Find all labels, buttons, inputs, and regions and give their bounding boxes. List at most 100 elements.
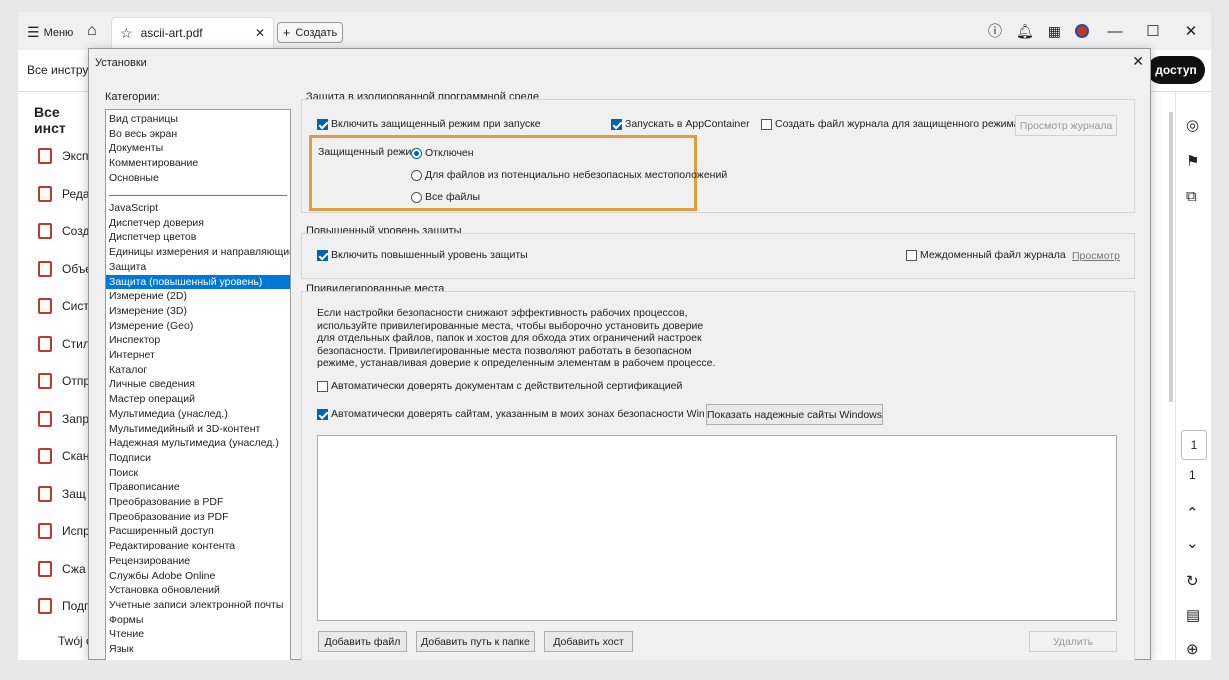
category-item[interactable]: Документы [106, 141, 290, 156]
category-item[interactable]: Измерение (3D) [106, 304, 290, 319]
category-item[interactable]: Интернет [106, 348, 290, 363]
page-number-input[interactable]: 1 [1181, 430, 1207, 460]
add-file-button[interactable]: Добавить файл [318, 631, 407, 652]
tool-item[interactable]: Реда [38, 185, 90, 202]
add-folder-label: Добавить путь к папке [421, 635, 530, 648]
trust-certified-label: Автоматически доверять документам с дейс… [331, 380, 683, 392]
category-item[interactable]: JavaScript [106, 201, 290, 216]
tool-item[interactable]: Испр [38, 523, 90, 539]
tool-item[interactable]: Объе [38, 260, 92, 277]
category-item[interactable]: Подписи [106, 451, 290, 466]
protected-mode-all-radio[interactable]: Все файлы [411, 191, 480, 203]
run-appcontainer-checkbox[interactable]: Запускать в AppContainer [611, 118, 750, 130]
create-log-checkbox[interactable]: Создать файл журнала для защищенного реж… [761, 118, 1020, 130]
tool-item[interactable]: Сист [38, 298, 89, 314]
privileged-locations-list[interactable] [317, 435, 1117, 621]
category-item[interactable]: Преобразование из PDF [106, 510, 290, 525]
category-item[interactable]: Комментирование [106, 156, 290, 171]
category-item[interactable]: Учетные записи электронной почты [106, 598, 290, 613]
crossdomain-log-checkbox[interactable]: Междоменный файл журнала [906, 249, 1066, 261]
close-tab-icon[interactable]: ✕ [255, 26, 265, 40]
ai-assistant-icon[interactable]: ◎ [1186, 116, 1199, 134]
close-window-icon[interactable]: ✕ [1179, 22, 1203, 40]
add-folder-button[interactable]: Добавить путь к папке [416, 631, 535, 652]
tool-item[interactable]: Подп [38, 598, 91, 614]
hamburger-icon: ☰ [27, 24, 40, 40]
bell-icon[interactable]: 🔔︎ [1016, 23, 1034, 40]
protected-mode-off-radio[interactable]: Отключен [411, 147, 474, 159]
view-log-button[interactable]: Просмотр журнала [1015, 115, 1117, 136]
category-item[interactable]: Вид страницы [106, 112, 290, 127]
category-item-selected[interactable]: Защита (повышенный уровень) [106, 274, 290, 290]
protected-mode-unsafe-radio[interactable]: Для файлов из потенциально небезопасных … [411, 169, 727, 181]
category-item[interactable]: Язык [106, 642, 290, 657]
view-crossdomain-link[interactable]: Просмотр [1072, 250, 1120, 262]
home-icon[interactable]: ⌂ [87, 22, 97, 40]
categories-list[interactable]: Вид страницы Во весь экран Документы Коммен… [105, 109, 291, 660]
document-tab[interactable]: ☆ ascii-art.pdf ✕ [111, 17, 274, 48]
category-item[interactable]: Надежная мультимедиа (унаслед.) [106, 436, 290, 451]
tool-item[interactable]: Эксп [38, 148, 89, 164]
tool-item-label: Подп [62, 599, 91, 613]
category-item[interactable]: Основные [106, 171, 290, 186]
category-item[interactable]: Мультимедиа (унаслед.) [106, 407, 290, 422]
enable-protected-mode-checkbox[interactable]: Включить защищенный режим при запуске [317, 118, 541, 130]
category-item[interactable]: Единицы измерения и направляющие [106, 245, 290, 260]
tool-item[interactable]: Отпр [38, 373, 90, 389]
category-item[interactable]: Личные сведения [106, 377, 290, 392]
tool-item-label: Запр [62, 411, 90, 426]
tool-item[interactable]: Запр [38, 410, 90, 427]
category-item[interactable]: Поиск [106, 466, 290, 481]
category-item[interactable]: Во весь экран [106, 127, 290, 142]
category-item[interactable]: Правописание [106, 480, 290, 495]
category-item[interactable]: Каталог [106, 363, 290, 378]
page-fit-icon[interactable]: ▤ [1186, 606, 1200, 624]
category-item[interactable]: Службы Adobe Online [106, 569, 290, 584]
share-button[interactable]: доступ [1147, 56, 1205, 84]
category-item[interactable]: Расширенный доступ [106, 524, 290, 539]
category-item[interactable]: Редактирование контента [106, 539, 290, 554]
show-trusted-sites-button[interactable]: Показать надежные сайты Windows [706, 404, 883, 425]
plus-icon: + [282, 25, 291, 40]
menu-button[interactable]: ☰ Меню [27, 24, 73, 41]
bookmark-icon[interactable]: ⚑ [1186, 152, 1199, 170]
tool-item[interactable]: Сжа [38, 560, 86, 577]
avatar[interactable] [1075, 24, 1089, 38]
category-item[interactable]: Формы [106, 613, 290, 628]
tool-item[interactable]: Созд [38, 223, 89, 239]
category-item[interactable]: Установка обновлений [106, 583, 290, 598]
copy-pages-icon[interactable]: ⧉ [1186, 188, 1197, 205]
category-item[interactable]: Защита [106, 260, 290, 275]
minimize-icon[interactable]: — [1103, 23, 1127, 40]
tool-item[interactable]: Стил [38, 335, 90, 352]
close-dialog-icon[interactable]: ✕ [1132, 53, 1144, 70]
tool-item[interactable]: Защ [38, 485, 86, 502]
all-tools-label[interactable]: Все инструм [27, 63, 97, 77]
create-button[interactable]: + Создать [277, 22, 343, 43]
category-item[interactable]: Измерение (2D) [106, 289, 290, 304]
trust-certified-checkbox[interactable]: Автоматически доверять документам с дейс… [317, 380, 682, 392]
remove-button[interactable]: Удалить [1029, 631, 1117, 652]
category-item[interactable]: Мастер операций [106, 392, 290, 407]
trust-win-zones-checkbox[interactable]: Автоматически доверять сайтам, указанным… [317, 408, 723, 420]
maximize-icon[interactable]: ☐ [1141, 22, 1165, 40]
chevron-down-icon[interactable]: ⌄ [1186, 534, 1199, 552]
refresh-icon[interactable]: ↻ [1186, 572, 1199, 590]
zoom-in-icon[interactable]: ⊕ [1186, 640, 1199, 658]
category-item[interactable]: Чтение [106, 627, 290, 642]
tool-item[interactable]: Скан [38, 448, 89, 464]
star-icon[interactable]: ☆ [120, 25, 133, 42]
category-item[interactable]: Диспетчер цветов [106, 230, 290, 245]
apps-grid-icon[interactable]: ▦ [1048, 23, 1061, 40]
category-item[interactable]: Преобразование в PDF [106, 495, 290, 510]
category-item[interactable]: Диспетчер доверия [106, 216, 290, 231]
chevron-up-icon[interactable]: ⌃ [1186, 504, 1199, 522]
category-item[interactable]: Инспектор [106, 333, 290, 348]
document-scrollbar[interactable] [1169, 112, 1173, 402]
category-item[interactable]: Измерение (Geo) [106, 319, 290, 334]
category-item[interactable]: Рецензирование [106, 554, 290, 569]
enable-enhanced-checkbox[interactable]: Включить повышенный уровень защиты [317, 249, 528, 261]
add-host-button[interactable]: Добавить хост [544, 631, 633, 652]
help-icon[interactable]: ⓘ [988, 21, 1002, 41]
category-item[interactable]: Мультимедийный и 3D-контент [106, 422, 290, 437]
